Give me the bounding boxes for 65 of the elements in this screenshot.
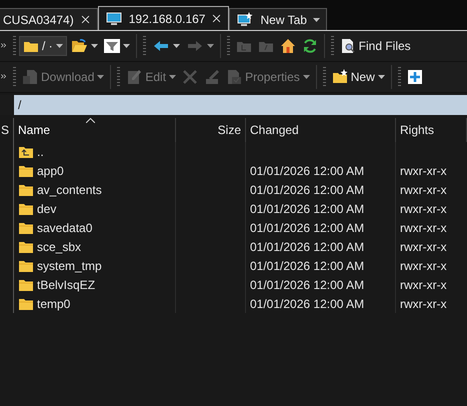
rights-cell: rwxr-xr-x xyxy=(400,182,447,196)
path-dropdown[interactable]: / · xyxy=(19,36,67,56)
rights-cell: rwxr-xr-x xyxy=(400,296,447,310)
tab[interactable]: New Tab xyxy=(229,8,327,30)
rename-icon xyxy=(204,69,220,85)
rights-cell: rwxr-xr-x xyxy=(400,258,447,272)
path-field[interactable]: / xyxy=(14,95,22,115)
rights-cell: rwxr-xr-x xyxy=(400,164,447,178)
column-header[interactable]: Rights xyxy=(400,123,434,137)
forward-arrow-icon xyxy=(186,38,204,54)
pencil-icon xyxy=(126,69,142,85)
date-cell: 01/01/2026 12:00 AM xyxy=(250,164,364,178)
file-name[interactable]: app0 xyxy=(37,164,64,178)
caret-icon xyxy=(172,44,180,48)
caret-icon xyxy=(90,44,98,48)
date-cell: 01/01/2026 12:00 AM xyxy=(250,258,364,272)
column-header[interactable]: S xyxy=(1,123,10,137)
home-icon xyxy=(280,38,296,54)
open-folder-icon xyxy=(70,38,88,54)
file-name[interactable]: temp0 xyxy=(37,296,70,310)
date-cell: 01/01/2026 12:00 AM xyxy=(250,296,364,310)
caret-icon xyxy=(122,44,130,48)
column-header[interactable]: Name xyxy=(18,123,50,137)
file-name[interactable]: dev xyxy=(37,202,56,216)
caret-icon xyxy=(169,75,176,79)
filter-icon xyxy=(104,38,120,54)
tab[interactable]: 192.168.0.167 xyxy=(98,6,230,30)
caret-icon xyxy=(302,75,310,79)
file-name[interactable]: system_tmp xyxy=(37,258,102,272)
column-header[interactable]: Changed xyxy=(250,123,299,137)
close-icon xyxy=(80,14,91,25)
file-name[interactable]: sce_sbx xyxy=(37,240,82,254)
refresh-icon xyxy=(302,38,318,54)
date-cell: 01/01/2026 12:00 AM xyxy=(250,240,364,254)
caret-icon xyxy=(378,75,385,79)
delete-icon xyxy=(182,69,198,85)
rights-cell: rwxr-xr-x xyxy=(400,202,447,216)
rights-cell: rwxr-xr-x xyxy=(400,220,447,234)
caret-icon xyxy=(56,44,63,48)
properties-icon xyxy=(226,69,242,85)
rights-cell: rwxr-xr-x xyxy=(400,240,447,254)
back-arrow-icon xyxy=(152,38,170,54)
monitor-icon xyxy=(104,10,123,26)
document-icon xyxy=(22,69,38,85)
close-icon xyxy=(211,13,222,24)
file-name[interactable]: .. xyxy=(37,144,44,158)
file-name[interactable]: savedata0 xyxy=(37,220,92,234)
rights-cell: rwxr-xr-x xyxy=(400,278,447,292)
column-header[interactable]: Size xyxy=(218,123,241,137)
find-files-icon xyxy=(340,38,356,54)
caret-icon xyxy=(97,75,104,79)
toolbar-button[interactable]: New xyxy=(328,66,388,88)
file-name[interactable]: av_contents xyxy=(37,182,102,196)
date-cell: 01/01/2026 12:00 AM xyxy=(250,202,364,216)
toolbar-button[interactable]: Find Files xyxy=(336,35,414,57)
date-cell: 01/01/2026 12:00 AM xyxy=(250,182,364,196)
caret-icon xyxy=(312,18,320,22)
caret-icon xyxy=(206,44,214,48)
date-cell: 01/01/2026 12:00 AM xyxy=(250,278,364,292)
new-tab-icon xyxy=(236,12,254,28)
tab[interactable]: CUSA03474) xyxy=(0,8,98,30)
new-folder-icon xyxy=(332,69,348,85)
plus-icon xyxy=(406,69,423,85)
file-name[interactable]: tBelvIsqEZ xyxy=(37,278,96,292)
date-cell: 01/01/2026 12:00 AM xyxy=(250,220,364,234)
